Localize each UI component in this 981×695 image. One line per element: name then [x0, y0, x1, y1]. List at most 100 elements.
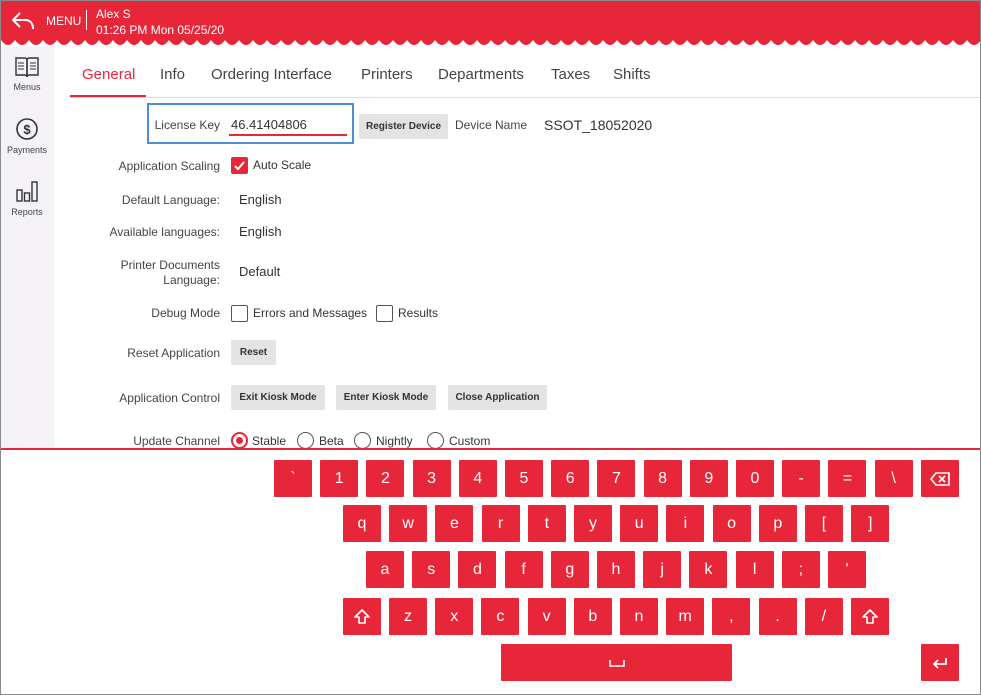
header-wave-edge: [0, 38, 981, 45]
key-2[interactable]: 2: [366, 460, 405, 497]
key-l[interactable]: l: [735, 551, 774, 588]
key-lbracket[interactable]: [: [805, 505, 843, 542]
device-name-value: SSOT_18052020: [544, 117, 653, 133]
key-n[interactable]: n: [620, 598, 658, 635]
tab-printers[interactable]: Printers: [361, 66, 413, 83]
radio-custom-label: Custom: [449, 434, 491, 448]
debug-results-checkbox[interactable]: [376, 305, 393, 322]
key-q[interactable]: q: [343, 505, 381, 542]
menu-label[interactable]: MENU: [46, 14, 81, 28]
tab-departments[interactable]: Departments: [438, 66, 524, 83]
default-language-select[interactable]: English: [239, 192, 282, 207]
key-v[interactable]: v: [527, 598, 566, 635]
key-o[interactable]: o: [712, 505, 751, 542]
register-device-button[interactable]: Register Device: [359, 114, 448, 139]
backspace-key[interactable]: [920, 460, 959, 497]
sidebar-item-reports[interactable]: Reports: [0, 178, 54, 217]
backspace-icon: [929, 471, 950, 486]
space-key[interactable]: [501, 644, 732, 681]
radio-nightly-label: Nightly: [376, 434, 413, 448]
key-w[interactable]: w: [389, 505, 428, 542]
key-j[interactable]: j: [643, 551, 682, 588]
key-period[interactable]: .: [758, 598, 797, 635]
key-minus[interactable]: -: [782, 460, 821, 497]
tab-ordering-interface[interactable]: Ordering Interface: [211, 66, 332, 83]
radio-beta-label: Beta: [319, 434, 344, 448]
key-backtick[interactable]: `: [274, 460, 312, 497]
key-y[interactable]: y: [574, 505, 612, 542]
key-5[interactable]: 5: [505, 460, 543, 497]
key-1[interactable]: 1: [320, 460, 359, 497]
key-d[interactable]: d: [458, 551, 497, 588]
key-3[interactable]: 3: [412, 460, 451, 497]
key-8[interactable]: 8: [643, 460, 682, 497]
reset-button[interactable]: Reset: [231, 340, 276, 365]
license-key-label: License Key: [154, 118, 220, 132]
key-x[interactable]: x: [435, 598, 474, 635]
reset-app-label: Reset Application: [127, 346, 220, 360]
key-equals[interactable]: =: [828, 460, 867, 497]
radio-nightly[interactable]: [354, 432, 371, 449]
key-c[interactable]: c: [481, 598, 520, 635]
key-f[interactable]: f: [504, 551, 543, 588]
key-rbracket[interactable]: ]: [851, 505, 890, 542]
radio-custom[interactable]: [427, 432, 444, 449]
key-g[interactable]: g: [550, 551, 589, 588]
available-languages-select[interactable]: English: [239, 224, 282, 239]
debug-mode-label: Debug Mode: [151, 306, 220, 320]
sidebar-item-label: Payments: [6, 145, 48, 155]
default-language-label: Default Language:: [121, 193, 220, 207]
key-a[interactable]: a: [366, 551, 404, 588]
key-semicolon[interactable]: ;: [781, 551, 820, 588]
debug-errors-checkbox[interactable]: [231, 305, 248, 322]
back-arrow-icon[interactable]: [10, 9, 36, 33]
key-6[interactable]: 6: [551, 460, 590, 497]
key-slash[interactable]: /: [804, 598, 843, 635]
key-i[interactable]: i: [666, 505, 705, 542]
printer-docs-language-select[interactable]: Default: [239, 264, 280, 279]
key-7[interactable]: 7: [597, 460, 636, 497]
debug-errors-label: Errors and Messages: [253, 306, 368, 320]
key-p[interactable]: p: [758, 505, 797, 542]
header-datetime: 01:26 PM Mon 05/25/20: [96, 23, 225, 37]
key-b[interactable]: b: [573, 598, 612, 635]
device-name-label: Device Name: [455, 118, 528, 132]
radio-beta[interactable]: [297, 432, 314, 449]
key-0[interactable]: 0: [736, 460, 774, 497]
sidebar-item-menus[interactable]: Menus: [0, 55, 54, 92]
key-e[interactable]: e: [435, 505, 474, 542]
key-r[interactable]: r: [481, 505, 520, 542]
key-9[interactable]: 9: [689, 460, 728, 497]
key-h[interactable]: h: [597, 551, 635, 588]
shift-key-right[interactable]: [851, 598, 889, 635]
key-z[interactable]: z: [389, 598, 427, 635]
exit-kiosk-button[interactable]: Exit Kiosk Mode: [231, 385, 325, 410]
key-backslash[interactable]: \: [874, 460, 913, 497]
tab-general[interactable]: General: [82, 66, 135, 83]
enter-icon: [932, 657, 947, 669]
key-t[interactable]: t: [527, 505, 566, 542]
key-comma[interactable]: ,: [712, 598, 751, 635]
shift-key-left[interactable]: [343, 598, 381, 635]
space-icon: [608, 659, 625, 667]
key-4[interactable]: 4: [458, 460, 497, 497]
enter-key[interactable]: [921, 644, 959, 681]
debug-results-label: Results: [398, 306, 439, 320]
tab-info[interactable]: Info: [160, 66, 185, 83]
auto-scale-checkbox[interactable]: [231, 157, 248, 174]
key-k[interactable]: k: [689, 551, 728, 588]
header-divider: [86, 10, 87, 30]
tab-taxes[interactable]: Taxes: [551, 66, 590, 83]
key-u[interactable]: u: [620, 505, 659, 542]
sidebar-item-payments[interactable]: $ Payments: [0, 116, 54, 155]
radio-stable[interactable]: [231, 432, 248, 449]
license-key-input[interactable]: [229, 114, 347, 136]
tab-shifts[interactable]: Shifts: [613, 66, 651, 83]
enter-kiosk-button[interactable]: Enter Kiosk Mode: [336, 385, 436, 410]
active-tab-indicator: [70, 95, 146, 97]
key-s[interactable]: s: [412, 551, 451, 588]
close-application-button[interactable]: Close Application: [448, 385, 547, 410]
key-m[interactable]: m: [666, 598, 705, 635]
key-quote[interactable]: ': [828, 551, 866, 588]
app-control-label: Application Control: [119, 391, 220, 405]
